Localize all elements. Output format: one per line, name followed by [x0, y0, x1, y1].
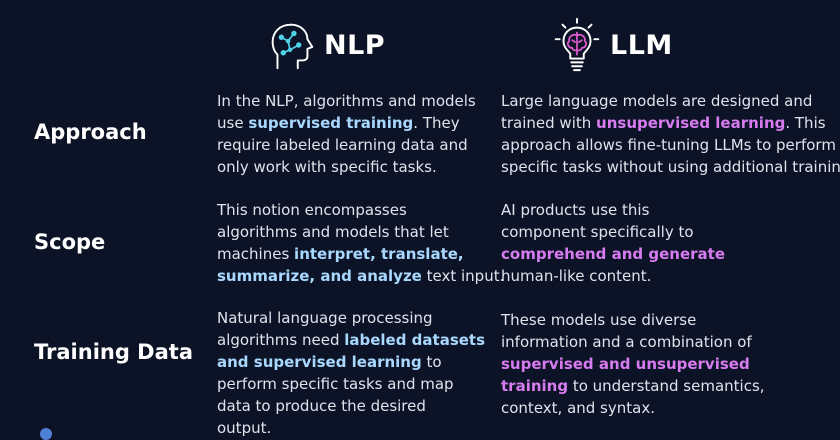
partial-bullet-icon: [40, 428, 52, 440]
row-label-scope: Scope: [34, 230, 106, 254]
highlight-interpret-translate: interpret, translate,: [294, 245, 464, 263]
approach-nlp-text: In the NLP, algorithms and models use su…: [217, 92, 476, 176]
nlp-title: NLP: [324, 29, 386, 61]
highlight-summarize-analyze: summarize, and analyze: [217, 267, 422, 285]
highlight-labeled-datasets: labeled datasets: [344, 331, 486, 349]
training-llm-text: These models use diverse information and…: [501, 311, 765, 417]
training-nlp-text: Natural language processing algorithms n…: [217, 309, 486, 437]
lightbulb-brain-icon: [554, 17, 600, 72]
highlight-and-supervised-learning: and supervised learning: [217, 353, 422, 371]
scope-llm-text: AI products use this component specifica…: [501, 201, 726, 285]
highlight-supervised-training: supervised training: [248, 114, 414, 132]
highlight-comprehend-generate: comprehend and generate: [501, 245, 726, 263]
highlight-supervised-unsupervised: supervised and unsupervised: [501, 355, 750, 373]
scope-nlp-text: This notion encompasses algorithms and m…: [217, 201, 505, 285]
approach-llm-text: Large language models are designed and t…: [501, 92, 840, 176]
highlight-unsupervised-learning: unsupervised learning: [596, 114, 786, 132]
highlight-training: training: [501, 377, 569, 395]
row-label-training-data: Training Data: [34, 340, 193, 364]
brain-head-icon: [271, 23, 314, 70]
row-label-approach: Approach: [34, 120, 147, 144]
llm-header: LLM: [548, 14, 673, 76]
llm-title: LLM: [610, 29, 673, 61]
nlp-header: NLP: [262, 14, 385, 76]
